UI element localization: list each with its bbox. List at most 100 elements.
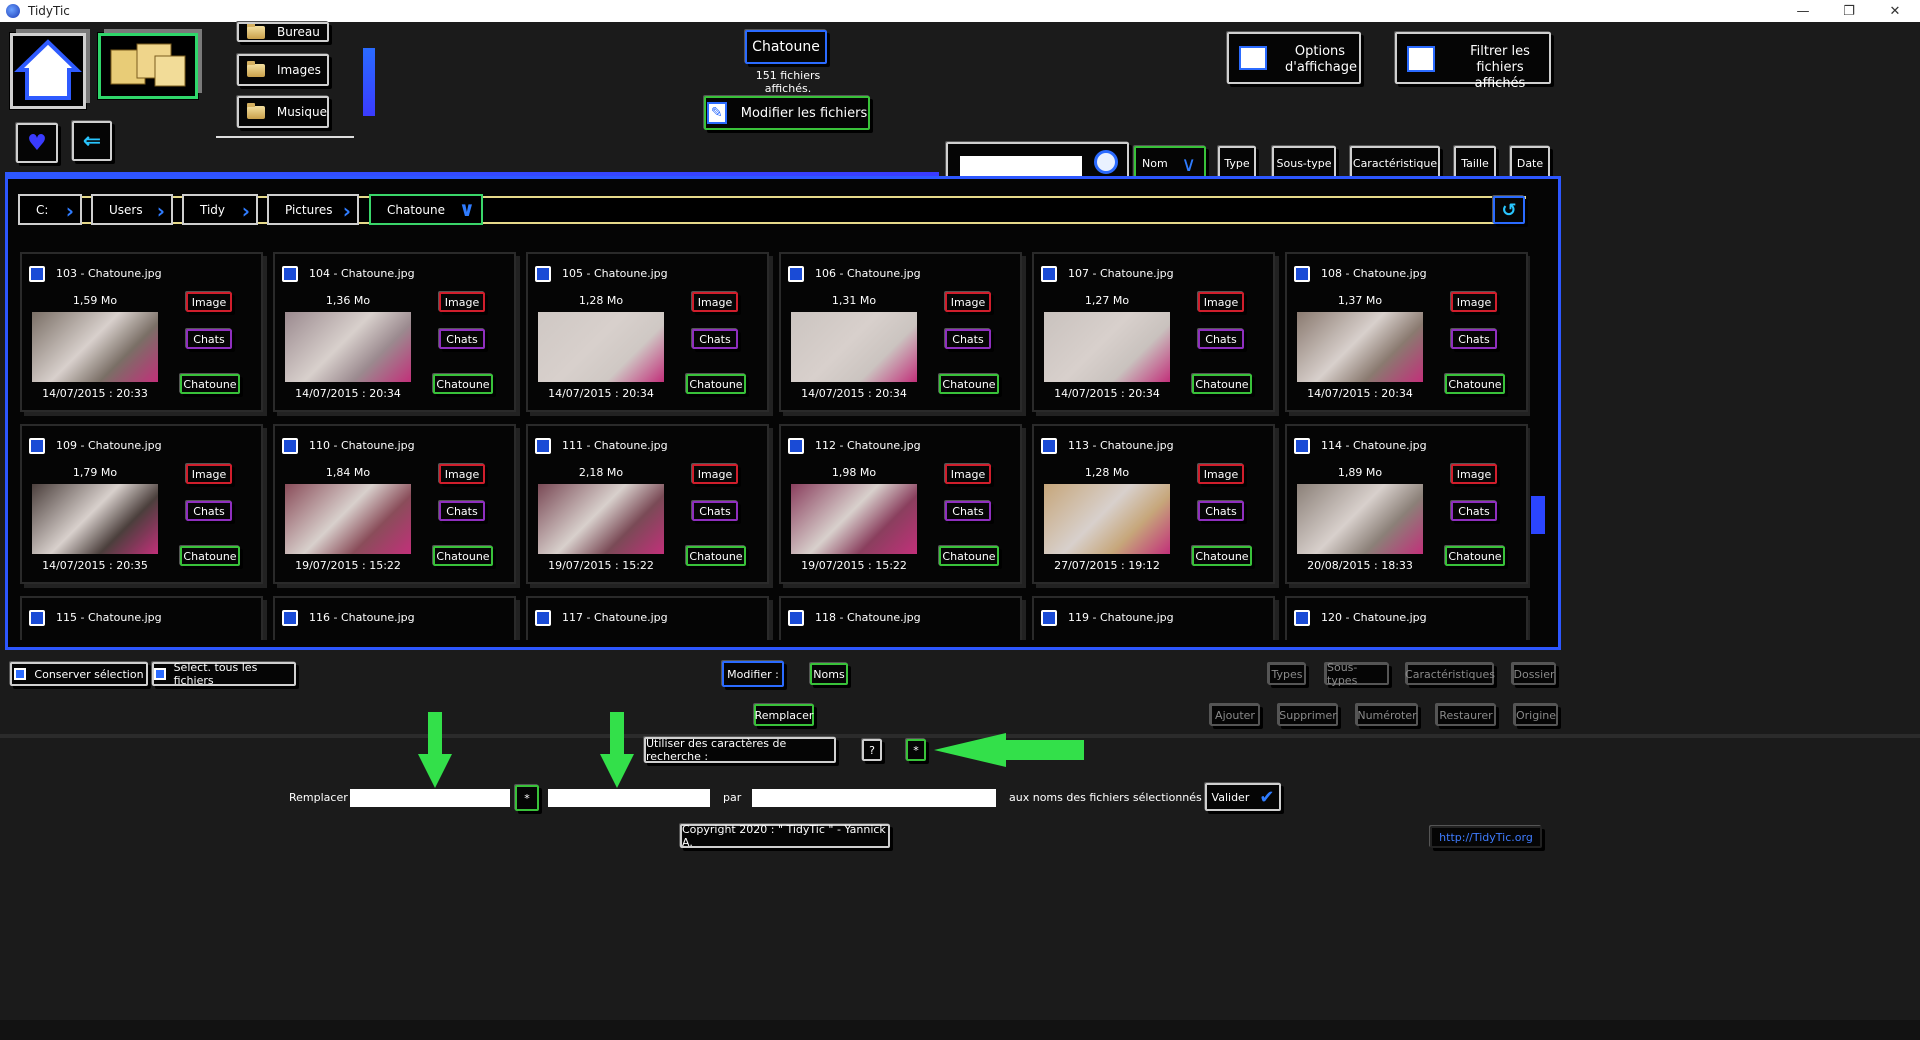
file-checkbox[interactable] bbox=[1041, 266, 1057, 282]
grid-scrollbar-thumb[interactable] bbox=[1531, 496, 1545, 534]
replace-input[interactable] bbox=[350, 789, 510, 807]
file-thumbnail[interactable] bbox=[285, 312, 411, 382]
file-checkbox[interactable] bbox=[535, 438, 551, 454]
file-checkbox[interactable] bbox=[29, 438, 45, 454]
feature-tag[interactable]: Chatoune bbox=[686, 374, 746, 394]
file-thumbnail[interactable] bbox=[791, 484, 917, 554]
subtype-tag[interactable]: Chats bbox=[439, 329, 485, 349]
close-button[interactable]: ✕ bbox=[1872, 0, 1918, 22]
type-tag[interactable]: Image bbox=[1451, 464, 1497, 484]
type-tag[interactable]: Image bbox=[186, 292, 232, 312]
search-input[interactable] bbox=[960, 156, 1082, 176]
folder-bureau-button[interactable]: Bureau bbox=[237, 22, 329, 42]
file-card[interactable]: 116 - Chatoune.jpg bbox=[273, 596, 516, 640]
favorites-button[interactable]: ♥ bbox=[16, 123, 58, 163]
subtype-tag[interactable]: Chats bbox=[1451, 501, 1497, 521]
file-card[interactable]: 104 - Chatoune.jpg 1,36 Mo 14/07/2015 : 20… bbox=[273, 252, 516, 412]
add-mode-button[interactable]: Ajouter bbox=[1210, 704, 1260, 726]
file-checkbox[interactable] bbox=[282, 266, 298, 282]
subtype-tag[interactable]: Chats bbox=[186, 329, 232, 349]
feature-tag[interactable]: Chatoune bbox=[1445, 546, 1505, 566]
file-checkbox[interactable] bbox=[282, 610, 298, 626]
file-checkbox[interactable] bbox=[1294, 438, 1310, 454]
types-tab[interactable]: Types bbox=[1268, 663, 1306, 685]
file-card[interactable]: 110 - Chatoune.jpg 1,84 Mo 19/07/2015 : 15… bbox=[273, 424, 516, 584]
sort-size-button[interactable]: Taille bbox=[1454, 146, 1496, 180]
search-icon[interactable] bbox=[1094, 150, 1118, 174]
feature-tag[interactable]: Chatoune bbox=[939, 374, 999, 394]
origin-mode-button[interactable]: Origine bbox=[1514, 704, 1558, 726]
file-checkbox[interactable] bbox=[29, 610, 45, 626]
feature-tag[interactable]: Chatoune bbox=[1192, 546, 1252, 566]
sort-name-dropdown[interactable]: Nom ∨ bbox=[1134, 146, 1206, 180]
minimize-button[interactable]: — bbox=[1780, 0, 1826, 22]
type-tag[interactable]: Image bbox=[439, 464, 485, 484]
back-button[interactable]: ⇐ bbox=[72, 121, 112, 161]
subtype-tag[interactable]: Chats bbox=[1198, 329, 1244, 349]
file-checkbox[interactable] bbox=[1294, 266, 1310, 282]
type-tag[interactable]: Image bbox=[186, 464, 232, 484]
subtype-tag[interactable]: Chats bbox=[945, 501, 991, 521]
subtype-tag[interactable]: Chats bbox=[1198, 501, 1244, 521]
features-tab[interactable]: Caractéristiques bbox=[1405, 663, 1495, 685]
type-tag[interactable]: Image bbox=[1198, 292, 1244, 312]
folders-scrollbar[interactable] bbox=[363, 48, 375, 116]
sort-type-button[interactable]: Type bbox=[1218, 146, 1256, 180]
file-thumbnail[interactable] bbox=[32, 484, 158, 554]
file-checkbox[interactable] bbox=[282, 438, 298, 454]
file-card[interactable]: 120 - Chatoune.jpg bbox=[1285, 596, 1528, 640]
validate-button[interactable]: Valider ✔ bbox=[1205, 783, 1281, 811]
file-checkbox[interactable] bbox=[1294, 610, 1310, 626]
restore-mode-button[interactable]: Restaurer bbox=[1436, 704, 1496, 726]
website-link[interactable]: http://TidyTic.org bbox=[1430, 826, 1542, 848]
feature-tag[interactable]: Chatoune bbox=[1445, 374, 1505, 394]
subtype-tag[interactable]: Chats bbox=[692, 501, 738, 521]
file-thumbnail[interactable] bbox=[285, 484, 411, 554]
type-tag[interactable]: Image bbox=[692, 464, 738, 484]
sort-feature-button[interactable]: Caractéristique bbox=[1350, 146, 1440, 180]
file-card[interactable]: 114 - Chatoune.jpg 1,89 Mo 20/08/2015 : 18… bbox=[1285, 424, 1528, 584]
filter-files-button[interactable]: Filtrer les fichiers affichés bbox=[1395, 32, 1551, 91]
files-button[interactable] bbox=[98, 33, 198, 99]
feature-tag[interactable]: Chatoune bbox=[939, 546, 999, 566]
names-tab[interactable]: Noms bbox=[810, 663, 848, 685]
by-input[interactable] bbox=[752, 789, 996, 807]
subtype-tag[interactable]: Chats bbox=[692, 329, 738, 349]
file-checkbox[interactable] bbox=[788, 438, 804, 454]
file-thumbnail[interactable] bbox=[1044, 312, 1170, 382]
file-card[interactable]: 106 - Chatoune.jpg 1,31 Mo 14/07/2015 : 20… bbox=[779, 252, 1022, 412]
file-checkbox[interactable] bbox=[788, 266, 804, 282]
type-tag[interactable]: Image bbox=[692, 292, 738, 312]
file-thumbnail[interactable] bbox=[1297, 312, 1423, 382]
feature-tag[interactable]: Chatoune bbox=[433, 546, 493, 566]
file-thumbnail[interactable] bbox=[538, 484, 664, 554]
file-card[interactable]: 113 - Chatoune.jpg 1,28 Mo 27/07/2015 : 19… bbox=[1032, 424, 1275, 584]
replace-mode-button[interactable]: Remplacer bbox=[754, 704, 814, 726]
delete-mode-button[interactable]: Supprimer bbox=[1278, 704, 1338, 726]
file-checkbox[interactable] bbox=[535, 610, 551, 626]
file-thumbnail[interactable] bbox=[1044, 484, 1170, 554]
file-card[interactable]: 117 - Chatoune.jpg bbox=[526, 596, 769, 640]
feature-tag[interactable]: Chatoune bbox=[1192, 374, 1252, 394]
wildcard-star-button[interactable]: * bbox=[906, 739, 926, 761]
breadcrumb-pictures[interactable]: Pictures › bbox=[267, 194, 359, 225]
breadcrumb-drive[interactable]: C: › bbox=[18, 194, 82, 225]
type-tag[interactable]: Image bbox=[439, 292, 485, 312]
file-thumbnail[interactable] bbox=[791, 312, 917, 382]
subtype-tag[interactable]: Chats bbox=[1451, 329, 1497, 349]
file-card[interactable]: 107 - Chatoune.jpg 1,27 Mo 14/07/2015 : 20… bbox=[1032, 252, 1275, 412]
type-tag[interactable]: Image bbox=[1451, 292, 1497, 312]
file-card[interactable]: 112 - Chatoune.jpg 1,98 Mo 19/07/2015 : 15… bbox=[779, 424, 1022, 584]
subtype-tag[interactable]: Chats bbox=[186, 501, 232, 521]
display-options-button[interactable]: Options d'affichage bbox=[1227, 32, 1361, 84]
file-card[interactable]: 119 - Chatoune.jpg bbox=[1032, 596, 1275, 640]
restore-button[interactable]: ❐ bbox=[1826, 0, 1872, 22]
feature-tag[interactable]: Chatoune bbox=[180, 546, 240, 566]
file-card[interactable]: 103 - Chatoune.jpg 1,59 Mo 14/07/2015 : 20… bbox=[20, 252, 263, 412]
file-checkbox[interactable] bbox=[788, 610, 804, 626]
file-card[interactable]: 111 - Chatoune.jpg 2,18 Mo 19/07/2015 : 15… bbox=[526, 424, 769, 584]
file-card[interactable]: 115 - Chatoune.jpg bbox=[20, 596, 263, 640]
subtypes-tab[interactable]: Sous-types bbox=[1325, 661, 1389, 687]
replace-input-2[interactable] bbox=[548, 789, 710, 807]
breadcrumb-tidy[interactable]: Tidy › bbox=[182, 194, 258, 225]
